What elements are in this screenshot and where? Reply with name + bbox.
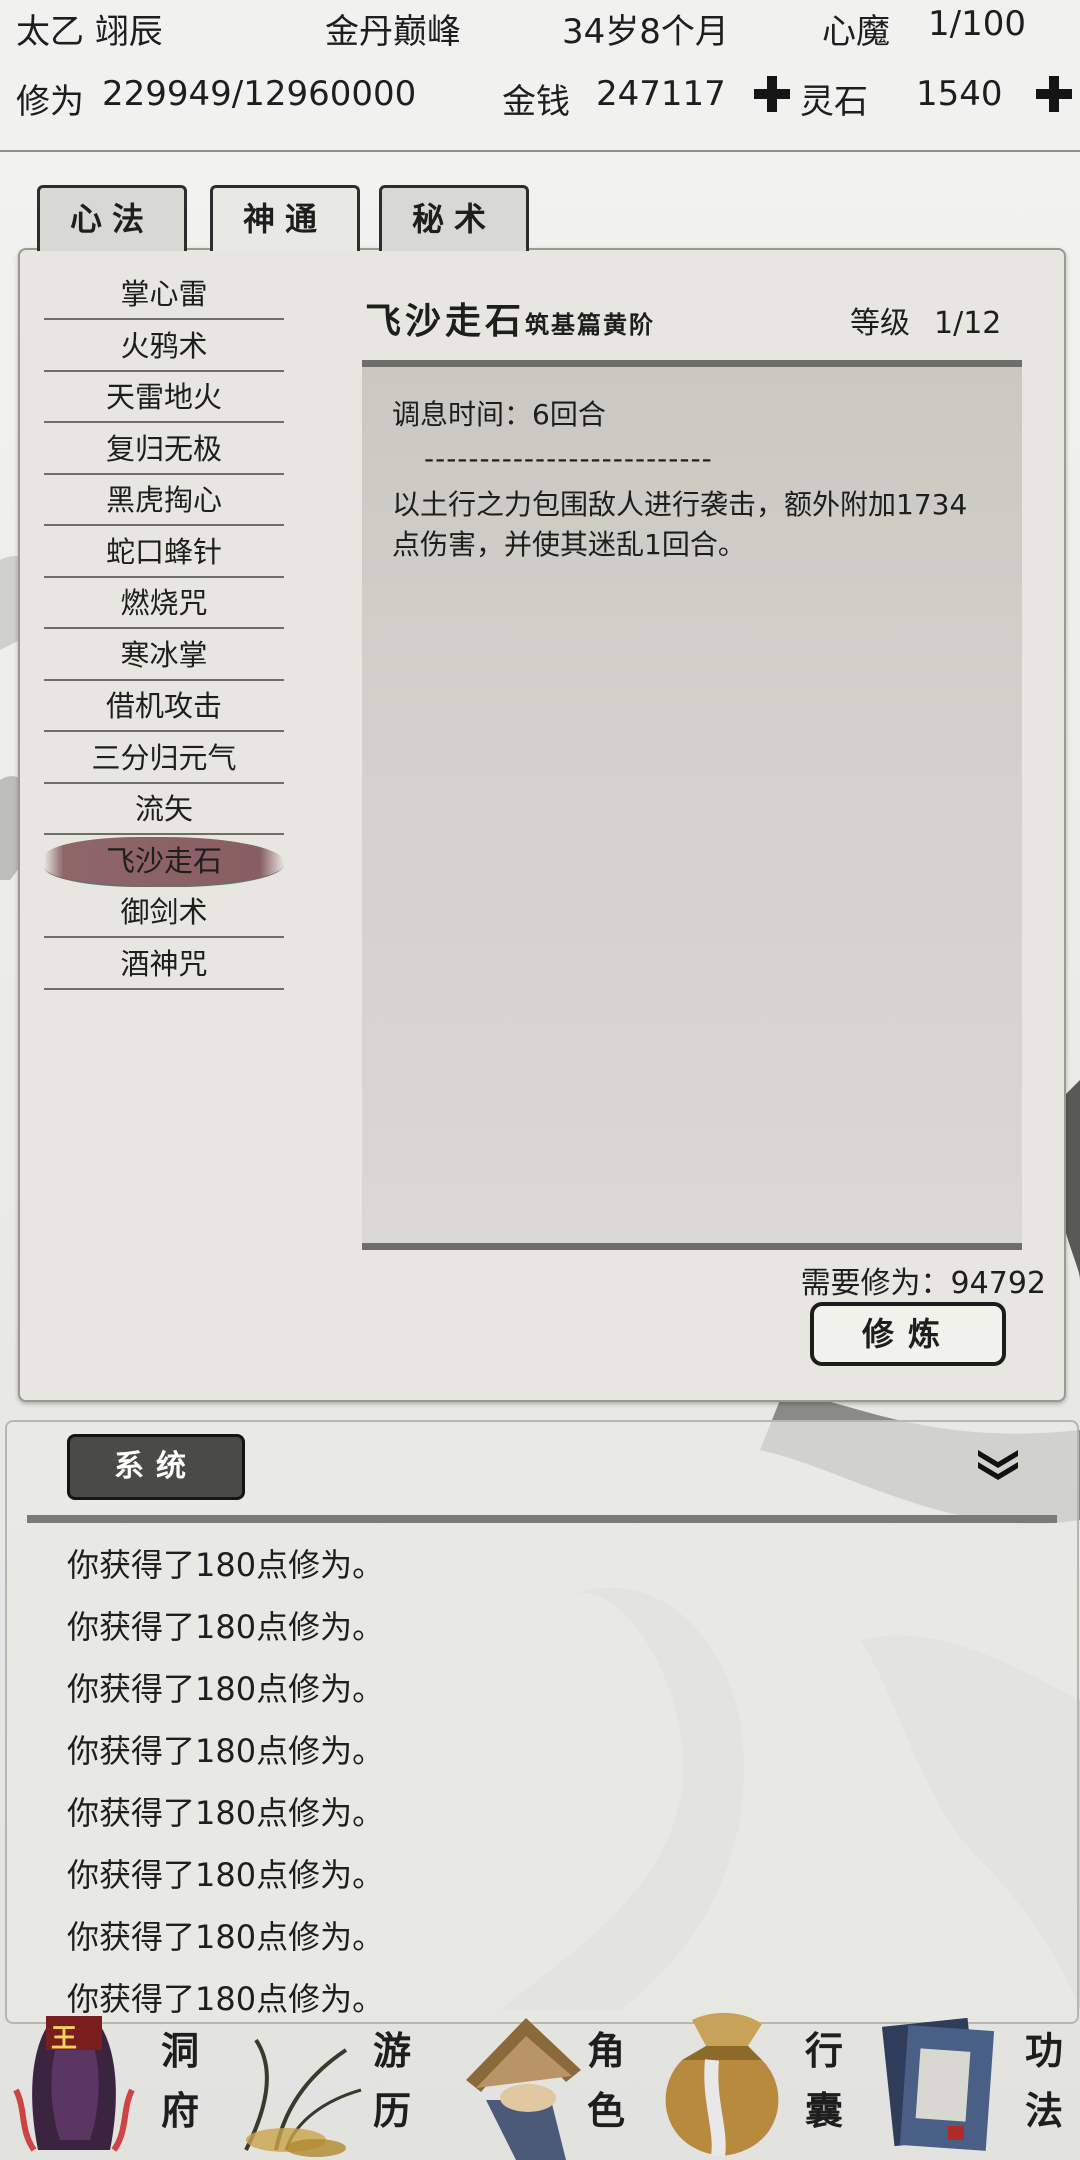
log-line: 你获得了180点修为。 — [67, 1856, 385, 1894]
tab-mishu[interactable]: 秘术 — [379, 185, 529, 251]
skill-panel: 掌心雷 火鸦术 天雷地火 复归无极 黑虎掏心 蛇口蜂针 燃烧咒 寒冰掌 借机攻击… — [18, 248, 1066, 1402]
skill-item[interactable]: 酒神咒 — [44, 940, 284, 990]
nav-label: 游 — [372, 2028, 411, 2073]
age-text: 34岁8个月 — [562, 12, 729, 52]
money-value: 247117 — [596, 74, 726, 114]
log-line: 你获得了180点修为。 — [67, 1732, 385, 1770]
character-icon — [466, 2018, 581, 2160]
bag-icon — [665, 2012, 779, 2158]
skill-item[interactable]: 天雷地火 — [44, 373, 284, 423]
log-lines: 你获得了180点修为。 你获得了180点修为。 你获得了180点修为。 你获得了… — [67, 1534, 384, 2030]
skill-name: 飞沙走石 — [365, 300, 526, 342]
skill-description: 以土行之力包围敌人进行袭击，额外附加1734点伤害，并使其迷乱1回合。 — [392, 488, 968, 561]
skill-item[interactable]: 三分归元气 — [44, 734, 284, 784]
scripture-icon — [881, 2017, 995, 2151]
plus-icon — [754, 76, 790, 112]
log-line: 你获得了180点修为。 — [67, 1608, 385, 1646]
tab-shentong[interactable]: 神通 — [210, 185, 360, 251]
log-divider — [27, 1515, 1057, 1523]
herb-icon — [244, 2038, 362, 2157]
player-name: 太乙 翊辰 — [16, 12, 163, 52]
nav-label: 洞 — [160, 2028, 199, 2073]
cultivation-label: 修为 — [16, 82, 84, 122]
realm-text: 金丹巅峰 — [325, 12, 461, 52]
skill-grade: 筑基篇黄阶 — [525, 310, 656, 339]
skill-item[interactable]: 火鸦术 — [44, 322, 284, 372]
skill-item[interactable]: 黑虎掏心 — [44, 476, 284, 526]
nav-label: 功 — [1024, 2028, 1063, 2073]
skill-detail-title: 飞沙走石筑基篇黄阶 — [365, 292, 655, 344]
cultivation-value: 229949/12960000 — [102, 74, 417, 114]
log-line: 你获得了180点修为。 — [67, 1670, 385, 1708]
nav-dongfu[interactable]: 王 洞 府 — [0, 2010, 216, 2160]
tab-system[interactable]: 系统 — [67, 1434, 245, 1500]
skill-list: 掌心雷 火鸦术 天雷地火 复归无极 黑虎掏心 蛇口蜂针 燃烧咒 寒冰掌 借机攻击… — [44, 270, 284, 991]
nav-label: 囊 — [804, 2088, 843, 2133]
system-log-panel: 系统 你获得了180点修为。 你获得了180点修为。 你获得了180点修为。 你… — [5, 1420, 1079, 2024]
nav-label: 法 — [1024, 2088, 1063, 2133]
spirit-stone-label: 灵石 — [800, 82, 868, 122]
skill-item[interactable]: 流矢 — [44, 785, 284, 835]
nav-label: 历 — [372, 2088, 411, 2133]
log-line: 你获得了180点修为。 — [67, 1546, 385, 1584]
add-spirit-stone-button[interactable] — [1032, 72, 1076, 125]
nav-badge: 王 — [50, 2024, 77, 2054]
bottom-nav: 王 洞 府 游 历 角 色 行 囊 功 法 — [0, 2010, 1080, 2160]
nav-gongfa[interactable]: 功 法 — [864, 2010, 1080, 2160]
nav-label: 府 — [160, 2088, 199, 2133]
heart-demon-value: 1/100 — [928, 4, 1026, 44]
heart-demon-label: 心魔 — [822, 12, 890, 52]
plus-icon — [1036, 76, 1072, 112]
add-money-button[interactable] — [750, 72, 794, 125]
skill-description-scroll: 调息时间：6回合 -------------------------- 以土行之… — [362, 360, 1022, 1250]
log-line: 你获得了180点修为。 — [67, 1794, 385, 1832]
cultivate-button[interactable]: 修炼 — [810, 1302, 1006, 1366]
skill-item[interactable]: 复归无极 — [44, 425, 284, 475]
collapse-icon[interactable] — [974, 1444, 1022, 1484]
tab-xinfa[interactable]: 心法 — [37, 185, 187, 251]
skill-item-selected[interactable]: 飞沙走石 — [44, 836, 284, 887]
level-value: 1/12 — [934, 306, 1002, 341]
nav-label: 色 — [586, 2088, 625, 2133]
skill-item[interactable]: 御剑术 — [44, 888, 284, 938]
nav-xingnang[interactable]: 行 囊 — [648, 2010, 864, 2160]
spirit-stone-value: 1540 — [916, 74, 1003, 114]
rest-time: 调息时间：6回合 — [392, 398, 606, 431]
money-label: 金钱 — [502, 82, 570, 122]
level-label: 等级 — [850, 306, 910, 341]
nav-youli[interactable]: 游 历 — [216, 2010, 432, 2160]
skill-item[interactable]: 掌心雷 — [44, 270, 284, 320]
status-header: 太乙 翊辰 金丹巅峰 34岁8个月 心魔 1/100 修为 229949/129… — [0, 0, 1080, 152]
skill-level: 等级 1/12 — [850, 298, 1001, 342]
skill-item[interactable]: 燃烧咒 — [44, 579, 284, 629]
nav-label: 角 — [586, 2028, 625, 2073]
nav-juese[interactable]: 角 色 — [432, 2010, 648, 2160]
separator: -------------------------- — [424, 442, 713, 475]
skill-item[interactable]: 蛇口蜂针 — [44, 528, 284, 578]
nav-label: 行 — [804, 2028, 843, 2073]
required-cultivation: 需要修为：94792 — [800, 1266, 1046, 1301]
log-line: 你获得了180点修为。 — [67, 1918, 385, 1956]
skill-item[interactable]: 寒冰掌 — [44, 631, 284, 681]
skill-item[interactable]: 借机攻击 — [44, 682, 284, 732]
